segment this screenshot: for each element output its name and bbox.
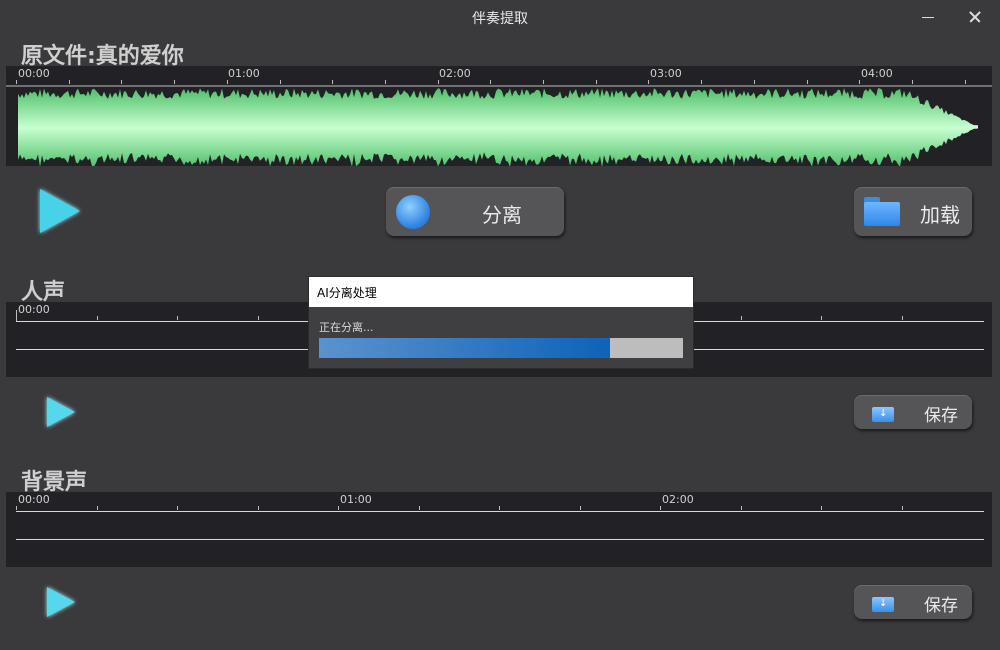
refresh-icon: [396, 195, 430, 229]
separate-button-label: 分离: [482, 203, 522, 227]
background-waveform-track[interactable]: 00:00 01:00 02:00: [6, 492, 992, 567]
ruler-tick: [648, 80, 650, 84]
progress-bar: [319, 338, 683, 358]
ruler-tick: [257, 506, 259, 510]
ruler-tick: [660, 506, 661, 510]
close-icon[interactable]: [964, 6, 986, 28]
dialog-message: 正在分离...: [319, 321, 374, 334]
ruler-tick: [174, 80, 176, 84]
ruler-tick: [257, 316, 259, 320]
ruler-tick: [384, 80, 386, 84]
ruler-tick: [911, 80, 913, 84]
save-icon: ↓: [872, 594, 894, 612]
time-label: 00:00: [18, 493, 50, 506]
ruler-tick: [418, 506, 420, 510]
ruler-tick: [701, 80, 703, 84]
ruler-tick: [177, 316, 178, 320]
ruler-tick: [68, 80, 70, 84]
waveform: [6, 85, 992, 166]
ruler-tick: [806, 80, 808, 84]
save-button-label: 保存: [924, 406, 958, 426]
ruler-tick: [901, 506, 903, 510]
time-label: 02:00: [662, 493, 694, 506]
save-icon: ↓: [872, 404, 894, 422]
ruler-tick: [753, 80, 755, 84]
load-button[interactable]: 加载: [854, 187, 972, 236]
ruler-tick: [901, 316, 903, 320]
save-vocal-button[interactable]: ↓ 保存: [854, 395, 972, 429]
ruler-tick: [16, 316, 17, 320]
ruler-tick: [740, 316, 742, 320]
ruler-tick: [16, 80, 17, 84]
ruler-tick: [595, 80, 597, 84]
save-button-label: 保存: [924, 596, 958, 616]
title-bar: 伴奏提取: [0, 0, 1000, 34]
dialog-title: AI分离处理: [317, 286, 377, 300]
ruler-tick: [226, 80, 228, 84]
ruler-tick: [332, 80, 334, 84]
play-icon[interactable]: [47, 397, 75, 427]
ruler-tick: [740, 506, 742, 510]
window-title: 伴奏提取: [472, 11, 528, 27]
folder-icon: [864, 197, 900, 226]
ruler-tick: [579, 506, 581, 510]
ruler-tick: [96, 316, 98, 320]
play-icon[interactable]: [47, 587, 75, 617]
ruler-tick: [821, 506, 822, 510]
ruler-tick: [177, 506, 178, 510]
ruler-tick: [964, 80, 966, 84]
ruler-tick: [821, 316, 822, 320]
ruler-tick: [490, 80, 492, 84]
ruler-tick: [279, 80, 281, 84]
ruler-tick: [338, 506, 339, 510]
ruler-tick: [437, 80, 439, 84]
time-label: 00:00: [18, 303, 50, 316]
play-icon[interactable]: [40, 189, 80, 233]
ruler-tick: [16, 506, 17, 510]
original-waveform-track[interactable]: 00:00 01:00 02:00 03:00 04:00: [6, 66, 992, 166]
ai-separation-dialog: AI分离处理 正在分离...: [308, 276, 694, 369]
minimize-icon[interactable]: [918, 6, 940, 28]
ruler-tick: [859, 80, 861, 84]
load-button-label: 加载: [920, 203, 960, 227]
dialog-title-bar[interactable]: AI分离处理: [309, 277, 693, 307]
separate-button[interactable]: 分离: [386, 187, 564, 236]
time-label: 01:00: [340, 493, 372, 506]
ruler-tick: [96, 506, 98, 510]
ruler-tick: [499, 506, 500, 510]
ruler-tick: [543, 80, 544, 84]
ruler-tick: [121, 80, 123, 84]
progress-fill: [319, 338, 611, 358]
save-background-button[interactable]: ↓ 保存: [854, 585, 972, 619]
